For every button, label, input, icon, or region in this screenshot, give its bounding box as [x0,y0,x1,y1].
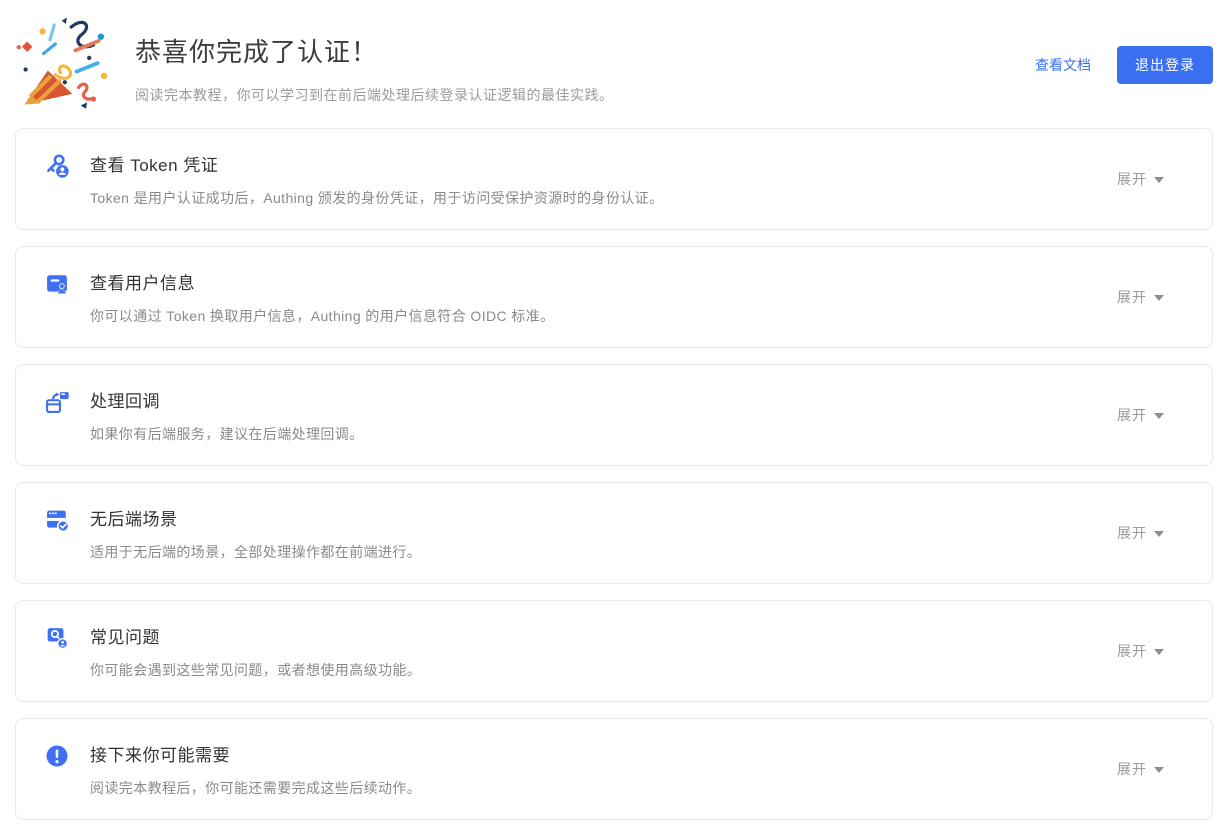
expand-button[interactable]: 展开 [1117,523,1164,543]
expand-label: 展开 [1117,171,1147,187]
card-title: 查看 Token 凭证 [90,155,219,175]
logout-button[interactable]: 退出登录 [1117,46,1213,84]
view-docs-link[interactable]: 查看文档 [1035,55,1091,75]
card-title: 查看用户信息 [90,273,195,293]
card-no-backend: 无后端场景 适用于无后端的场景，全部处理操作都在前端进行。 展开 [15,482,1213,584]
header-text: 恭喜你完成了认证！ 阅读完本教程，你可以学习到在前后端处理后续登录认证逻辑的最佳… [135,8,1035,105]
card-description: 你可以通过 Token 换取用户信息，Authing 的用户信息符合 OIDC … [90,307,555,324]
header: 恭喜你完成了认证！ 阅读完本教程，你可以学习到在前后端处理后续登录认证逻辑的最佳… [15,0,1213,122]
expand-button[interactable]: 展开 [1117,405,1164,425]
browser-check-icon [43,506,71,534]
card-text: 查看 Token 凭证 Token 是用户认证成功后，Authing 颁发的身份… [90,151,663,208]
chevron-down-icon [1154,295,1164,301]
expand-label: 展开 [1117,525,1147,541]
page: 恭喜你完成了认证！ 阅读完本教程，你可以学习到在前后端处理后续登录认证逻辑的最佳… [0,0,1228,820]
card-description: 你可能会遇到这些常见问题，或者想使用高级功能。 [90,661,422,678]
expand-label: 展开 [1117,289,1147,305]
expand-button[interactable]: 展开 [1117,641,1164,661]
card-title: 无后端场景 [90,509,178,529]
token-key-user-icon [43,152,71,180]
card-list: 查看 Token 凭证 Token 是用户认证成功后，Authing 颁发的身份… [15,128,1213,820]
card-main: 查看用户信息 你可以通过 Token 换取用户信息，Authing 的用户信息符… [43,269,555,326]
expand-label: 展开 [1117,643,1147,659]
exclamation-circle-icon [43,742,71,770]
card-main: 无后端场景 适用于无后端的场景，全部处理操作都在前端进行。 [43,505,421,562]
card-title: 常见问题 [90,627,160,647]
card-title: 接下来你可能需要 [90,745,230,765]
qa-bubble-icon [43,624,71,652]
chevron-down-icon [1154,177,1164,183]
card-description: 如果你有后端服务，建议在后端处理回调。 [90,425,364,442]
card-main: 查看 Token 凭证 Token 是用户认证成功后，Authing 颁发的身份… [43,151,663,208]
party-popper-icon [15,8,121,114]
chevron-down-icon [1154,413,1164,419]
expand-button[interactable]: 展开 [1117,759,1164,779]
page-subtitle: 阅读完本教程，你可以学习到在前后端处理后续登录认证逻辑的最佳实践。 [135,87,614,103]
card-main: 处理回调 如果你有后端服务，建议在后端处理回调。 [43,387,364,444]
card-description: Token 是用户认证成功后，Authing 颁发的身份凭证，用于访问受保护资源… [90,189,664,206]
chevron-down-icon [1154,649,1164,655]
card-text: 处理回调 如果你有后端服务，建议在后端处理回调。 [90,387,364,444]
card-title: 处理回调 [90,391,160,411]
card-main: 接下来你可能需要 阅读完本教程后，你可能还需要完成这些后续动作。 [43,741,421,798]
card-view-token: 查看 Token 凭证 Token 是用户认证成功后，Authing 颁发的身份… [15,128,1213,230]
card-description: 阅读完本教程后，你可能还需要完成这些后续动作。 [90,779,422,796]
header-actions: 查看文档 退出登录 [1035,8,1213,84]
card-handle-callback: 处理回调 如果你有后端服务，建议在后端处理回调。 展开 [15,364,1213,466]
card-description: 适用于无后端的场景，全部处理操作都在前端进行。 [90,543,422,560]
page-title: 恭喜你完成了认证！ [135,37,379,67]
expand-button[interactable]: 展开 [1117,287,1164,307]
card-text: 查看用户信息 你可以通过 Token 换取用户信息，Authing 的用户信息符… [90,269,555,326]
user-info-card-icon [43,270,71,298]
card-next-steps: 接下来你可能需要 阅读完本教程后，你可能还需要完成这些后续动作。 展开 [15,718,1213,820]
expand-label: 展开 [1117,407,1147,423]
card-text: 接下来你可能需要 阅读完本教程后，你可能还需要完成这些后续动作。 [90,741,421,798]
chevron-down-icon [1154,767,1164,773]
expand-button[interactable]: 展开 [1117,169,1164,189]
chevron-down-icon [1154,531,1164,537]
expand-label: 展开 [1117,761,1147,777]
card-text: 常见问题 你可能会遇到这些常见问题，或者想使用高级功能。 [90,623,421,680]
card-text: 无后端场景 适用于无后端的场景，全部处理操作都在前端进行。 [90,505,421,562]
callback-windows-icon [43,388,71,416]
card-user-info: 查看用户信息 你可以通过 Token 换取用户信息，Authing 的用户信息符… [15,246,1213,348]
card-faq: 常见问题 你可能会遇到这些常见问题，或者想使用高级功能。 展开 [15,600,1213,702]
card-main: 常见问题 你可能会遇到这些常见问题，或者想使用高级功能。 [43,623,421,680]
